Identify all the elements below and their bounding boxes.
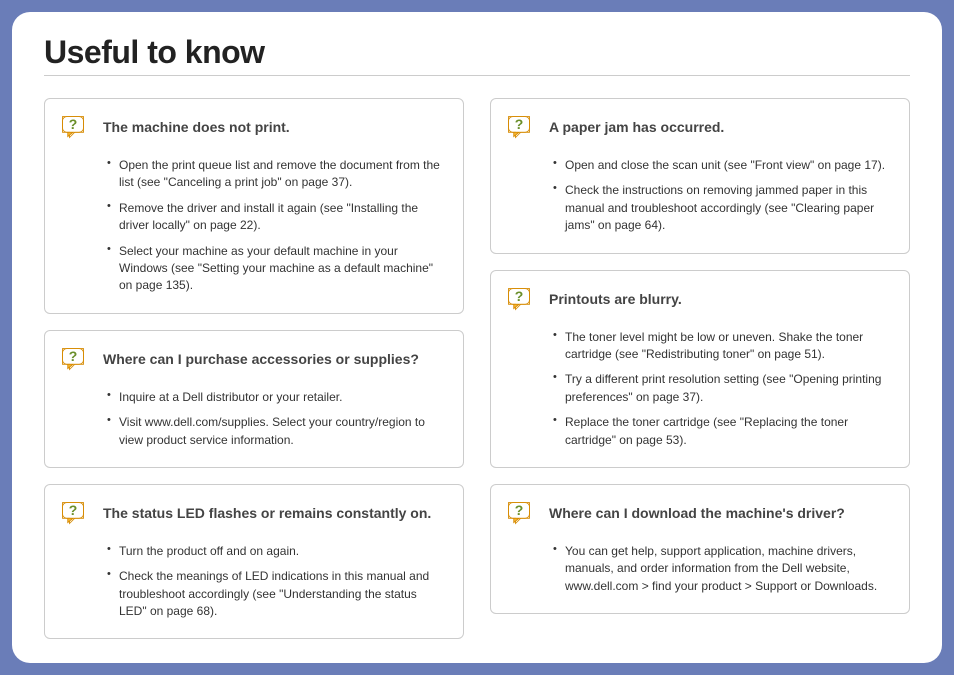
bullet-list: Turn the product off and on again.Check …: [59, 539, 447, 625]
card-header: The status LED flashes or remains consta…: [59, 499, 447, 527]
left-column: The machine does not print. Open the prin…: [44, 98, 464, 639]
card-title: A paper jam has occurred.: [549, 119, 724, 135]
page-title: Useful to know: [44, 34, 910, 76]
columns: The machine does not print. Open the prin…: [44, 98, 910, 639]
page: Useful to know The machine does not prin…: [12, 12, 942, 663]
bullet-item: Check the instructions on removing jamme…: [553, 178, 893, 238]
bullet-item: The toner level might be low or uneven. …: [553, 325, 893, 368]
card-title: The machine does not print.: [103, 119, 290, 135]
bullet-list: Open the print queue list and remove the…: [59, 153, 447, 299]
right-column: A paper jam has occurred. Open and close …: [490, 98, 910, 639]
card-header: Where can I download the machine's drive…: [505, 499, 893, 527]
card-header: Printouts are blurry.: [505, 285, 893, 313]
faq-card: Printouts are blurry. The toner level mig…: [490, 270, 910, 468]
bullet-list: You can get help, support application, m…: [505, 539, 893, 599]
bullet-list: The toner level might be low or uneven. …: [505, 325, 893, 453]
faq-card: Where can I download the machine's drive…: [490, 484, 910, 614]
bullet-list: Inquire at a Dell distributor or your re…: [59, 385, 447, 453]
bullet-item: Open and close the scan unit (see "Front…: [553, 153, 893, 178]
faq-card: A paper jam has occurred. Open and close …: [490, 98, 910, 254]
bullet-item: Inquire at a Dell distributor or your re…: [107, 385, 447, 410]
card-header: A paper jam has occurred.: [505, 113, 893, 141]
card-header: The machine does not print.: [59, 113, 447, 141]
bullet-item: Visit www.dell.com/supplies. Select your…: [107, 410, 447, 453]
bullet-item: Open the print queue list and remove the…: [107, 153, 447, 196]
card-title: Where can I purchase accessories or supp…: [103, 351, 419, 367]
help-icon: [505, 285, 533, 313]
faq-card: The status LED flashes or remains consta…: [44, 484, 464, 640]
card-title: The status LED flashes or remains consta…: [103, 505, 431, 521]
card-header: Where can I purchase accessories or supp…: [59, 345, 447, 373]
bullet-item: Check the meanings of LED indications in…: [107, 564, 447, 624]
help-icon: [59, 499, 87, 527]
bullet-item: Try a different print resolution setting…: [553, 367, 893, 410]
bullet-item: You can get help, support application, m…: [553, 539, 893, 599]
bullet-item: Select your machine as your default mach…: [107, 239, 447, 299]
help-icon: [505, 499, 533, 527]
help-icon: [505, 113, 533, 141]
bullet-list: Open and close the scan unit (see "Front…: [505, 153, 893, 239]
bullet-item: Remove the driver and install it again (…: [107, 196, 447, 239]
help-icon: [59, 345, 87, 373]
faq-card: Where can I purchase accessories or supp…: [44, 330, 464, 468]
card-title: Where can I download the machine's drive…: [549, 505, 845, 521]
bullet-item: Replace the toner cartridge (see "Replac…: [553, 410, 893, 453]
card-title: Printouts are blurry.: [549, 291, 682, 307]
faq-card: The machine does not print. Open the prin…: [44, 98, 464, 314]
help-icon: [59, 113, 87, 141]
bullet-item: Turn the product off and on again.: [107, 539, 447, 564]
